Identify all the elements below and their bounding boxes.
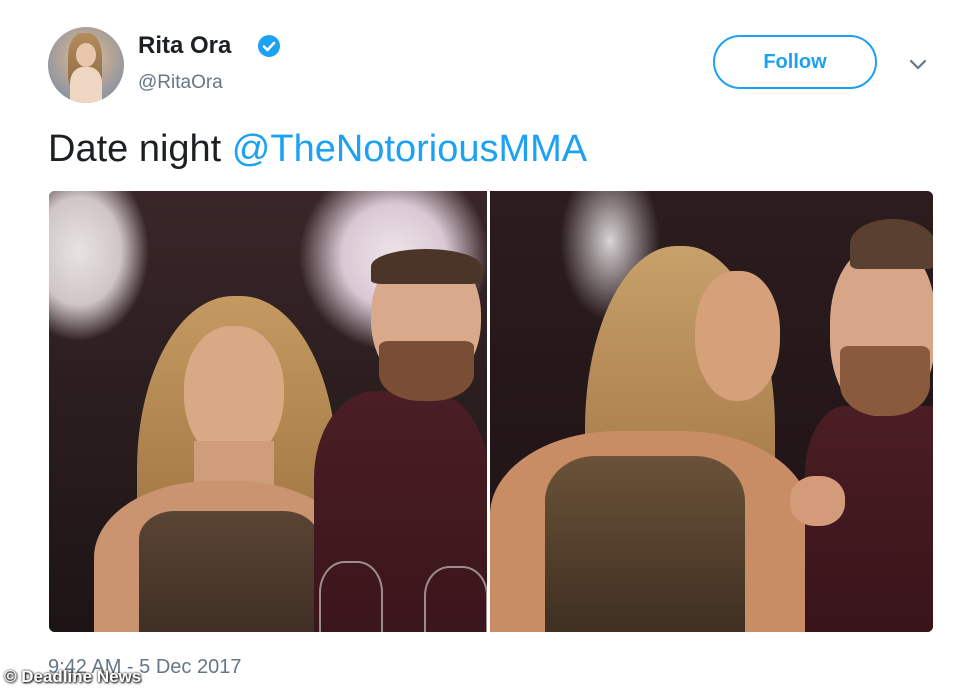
chevron-down-icon[interactable] [906, 52, 930, 76]
tweet-text: Date night @TheNotoriousMMA [48, 128, 587, 171]
follow-button[interactable]: Follow [713, 35, 877, 89]
avatar-face [76, 43, 96, 67]
avatar-body [70, 67, 102, 103]
media-container [49, 191, 933, 632]
tweet-body: Date night [48, 128, 232, 170]
photo-right[interactable] [490, 191, 933, 632]
display-name[interactable]: Rita Ora [138, 32, 231, 60]
user-handle[interactable]: @RitaOra [138, 72, 223, 94]
mention-link[interactable]: @TheNotoriousMMA [232, 128, 587, 170]
avatar[interactable] [48, 27, 124, 103]
watermark: © Deadline News [4, 667, 142, 686]
photo-left[interactable] [49, 191, 487, 632]
verified-badge-icon [258, 35, 280, 57]
